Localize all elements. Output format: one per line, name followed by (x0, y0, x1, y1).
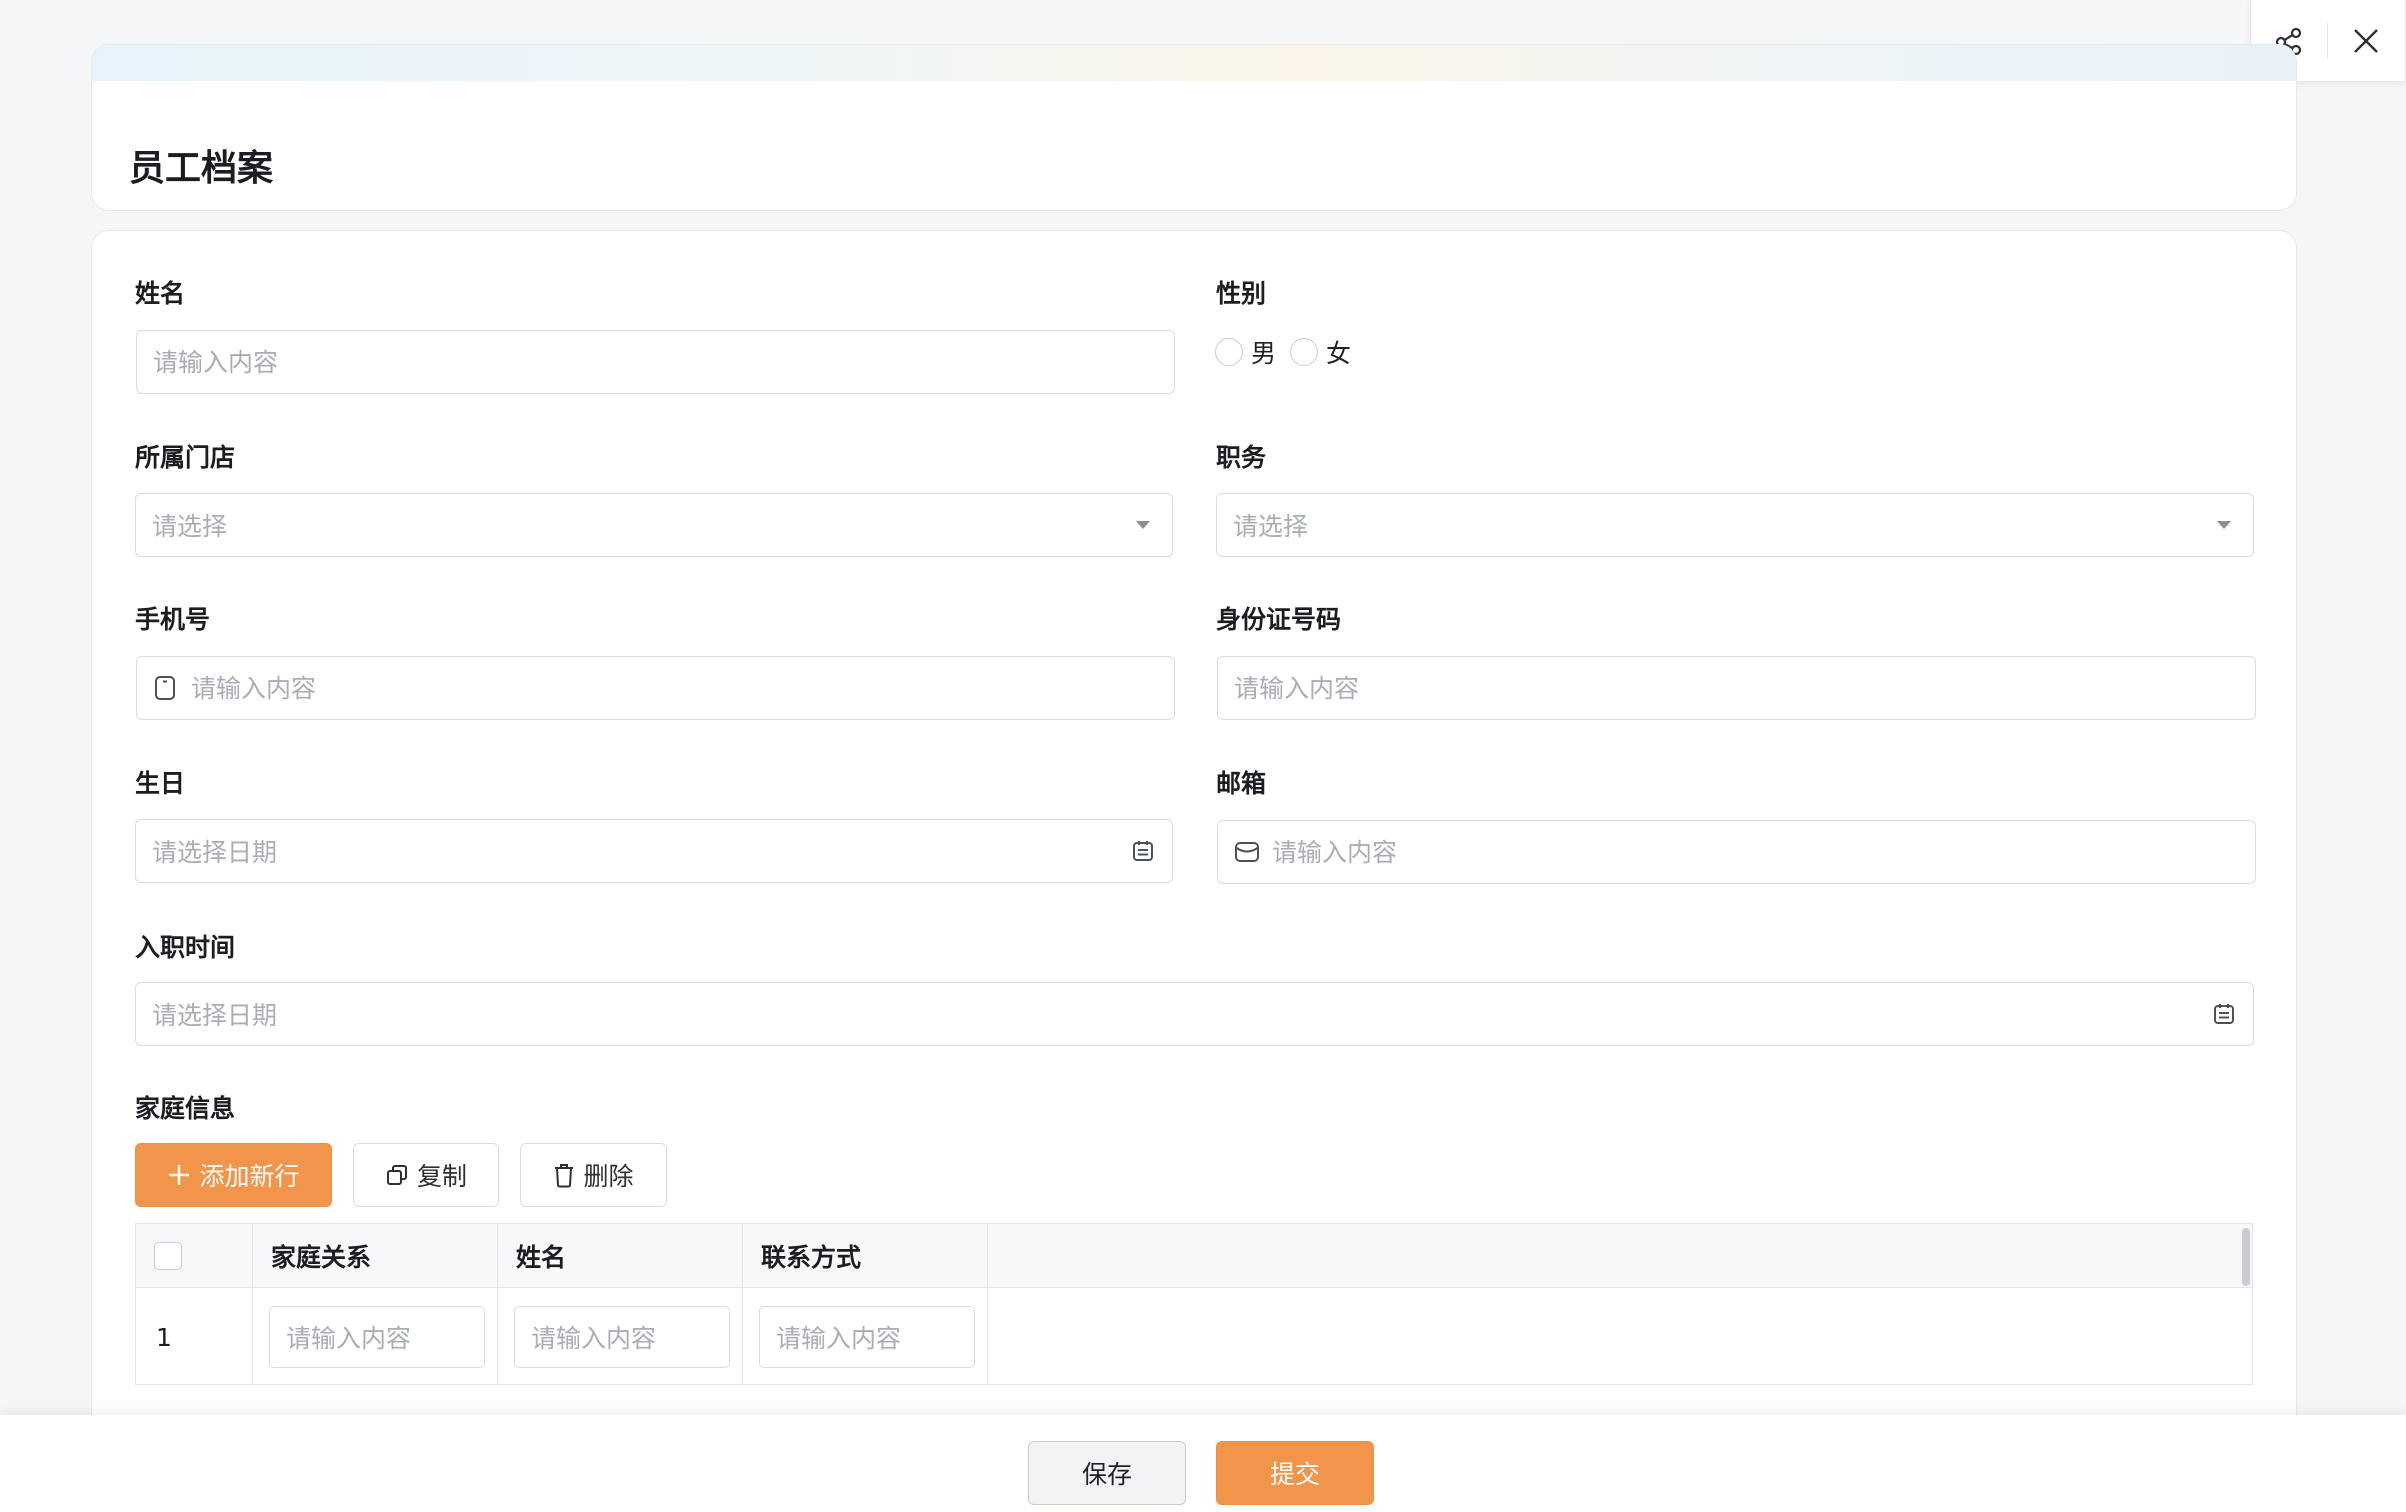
member-name-placeholder: 请输入内容 (531, 1324, 657, 1353)
row-spacer (988, 1288, 2252, 1384)
radio-label: 男 (1251, 339, 1277, 368)
select-all-cell (136, 1224, 253, 1287)
store-label: 所属门店 (135, 443, 236, 472)
calendar-icon[interactable] (1130, 838, 1156, 864)
mail-icon (1234, 838, 1262, 866)
contact-placeholder: 请输入内容 (776, 1324, 902, 1353)
delete-label: 删除 (583, 1162, 634, 1191)
row-index: 1 (156, 1322, 172, 1352)
id-number-field[interactable] (1217, 656, 2256, 720)
position-select[interactable]: 请选择 (1216, 493, 2254, 557)
plus-icon (167, 1163, 191, 1187)
calendar-icon[interactable] (2211, 1001, 2237, 1027)
header-card: 员工档案 (91, 44, 2297, 211)
id-number-input[interactable] (1234, 673, 2239, 703)
chevron-down-icon[interactable] (2211, 512, 2237, 538)
email-field[interactable] (1217, 820, 2256, 884)
column-header: 联系方式 (743, 1224, 988, 1287)
radio-label: 女 (1326, 339, 1352, 368)
id-number-label: 身份证号码 (1216, 605, 1342, 634)
table-scrollbar[interactable] (2242, 1228, 2250, 1286)
column-header: 家庭关系 (253, 1224, 498, 1287)
add-row-label: 添加新行 (199, 1162, 300, 1191)
name-field[interactable] (136, 330, 1175, 394)
hire-date-placeholder: 请选择日期 (152, 1001, 278, 1030)
column-header-relation: 家庭关系 (271, 1242, 372, 1272)
member-name-input[interactable]: 请输入内容 (514, 1306, 730, 1368)
relation-placeholder: 请输入内容 (286, 1324, 412, 1353)
contact-cell: 请输入内容 (743, 1288, 988, 1384)
name-label: 姓名 (135, 279, 186, 308)
email-input[interactable] (1272, 837, 2239, 867)
gender-radio-group: 男 女 (1215, 334, 1365, 370)
table-row: 1 请输入内容 请输入内容 请输入内容 (136, 1288, 2252, 1384)
close-icon[interactable] (2328, 0, 2404, 82)
trash-icon (553, 1162, 575, 1188)
select-all-checkbox[interactable] (154, 1241, 182, 1270)
page-title: 员工档案 (129, 148, 274, 189)
footer-bar: 保存 提交 (0, 1415, 2406, 1512)
hire-date-datepicker[interactable]: 请选择日期 (135, 982, 2254, 1046)
store-select[interactable]: 请选择 (135, 493, 1173, 557)
copy-button[interactable]: 复制 (353, 1143, 499, 1207)
radio-circle[interactable] (1215, 338, 1243, 366)
row-index-cell: 1 (136, 1288, 253, 1384)
gender-label: 性别 (1216, 279, 1267, 308)
phone-field[interactable] (136, 656, 1175, 720)
birthday-label: 生日 (135, 769, 186, 798)
phone-icon (153, 674, 181, 702)
phone-label: 手机号 (135, 605, 211, 634)
family-info-label: 家庭信息 (135, 1094, 236, 1123)
store-select-placeholder: 请选择 (152, 512, 228, 541)
column-header-spacer (988, 1224, 2252, 1287)
chevron-down-icon[interactable] (1130, 512, 1156, 538)
save-button[interactable]: 保存 (1028, 1441, 1186, 1505)
copy-label: 复制 (416, 1162, 467, 1191)
submit-button[interactable]: 提交 (1216, 1441, 1374, 1505)
birthday-placeholder: 请选择日期 (152, 838, 278, 867)
hire-date-label: 入职时间 (135, 933, 236, 962)
position-label: 职务 (1216, 443, 1267, 472)
family-table: 家庭关系 姓名 联系方式 1 请输入内容 请输入内容 请输入内容 (135, 1223, 2253, 1385)
relation-input[interactable]: 请输入内容 (269, 1306, 485, 1368)
column-header: 姓名 (498, 1224, 743, 1287)
birthday-datepicker[interactable]: 请选择日期 (135, 819, 1173, 883)
column-header-contact: 联系方式 (761, 1242, 862, 1272)
name-input[interactable] (153, 347, 1158, 377)
gender-radio-female[interactable]: 女 (1290, 334, 1351, 370)
gender-radio-male[interactable]: 男 (1215, 334, 1276, 370)
email-label: 邮箱 (1216, 769, 1267, 798)
position-select-placeholder: 请选择 (1233, 512, 1309, 541)
add-row-button[interactable]: 添加新行 (135, 1143, 332, 1207)
delete-button[interactable]: 删除 (520, 1143, 667, 1207)
copy-icon (385, 1163, 409, 1187)
radio-circle[interactable] (1290, 338, 1319, 366)
column-header-name: 姓名 (516, 1242, 567, 1272)
header-gradient-strip (92, 45, 2296, 81)
table-header: 家庭关系 姓名 联系方式 (136, 1224, 2252, 1288)
phone-input[interactable] (191, 673, 1158, 703)
member-name-cell: 请输入内容 (498, 1288, 743, 1384)
relation-cell: 请输入内容 (253, 1288, 498, 1384)
contact-input[interactable]: 请输入内容 (759, 1306, 975, 1368)
